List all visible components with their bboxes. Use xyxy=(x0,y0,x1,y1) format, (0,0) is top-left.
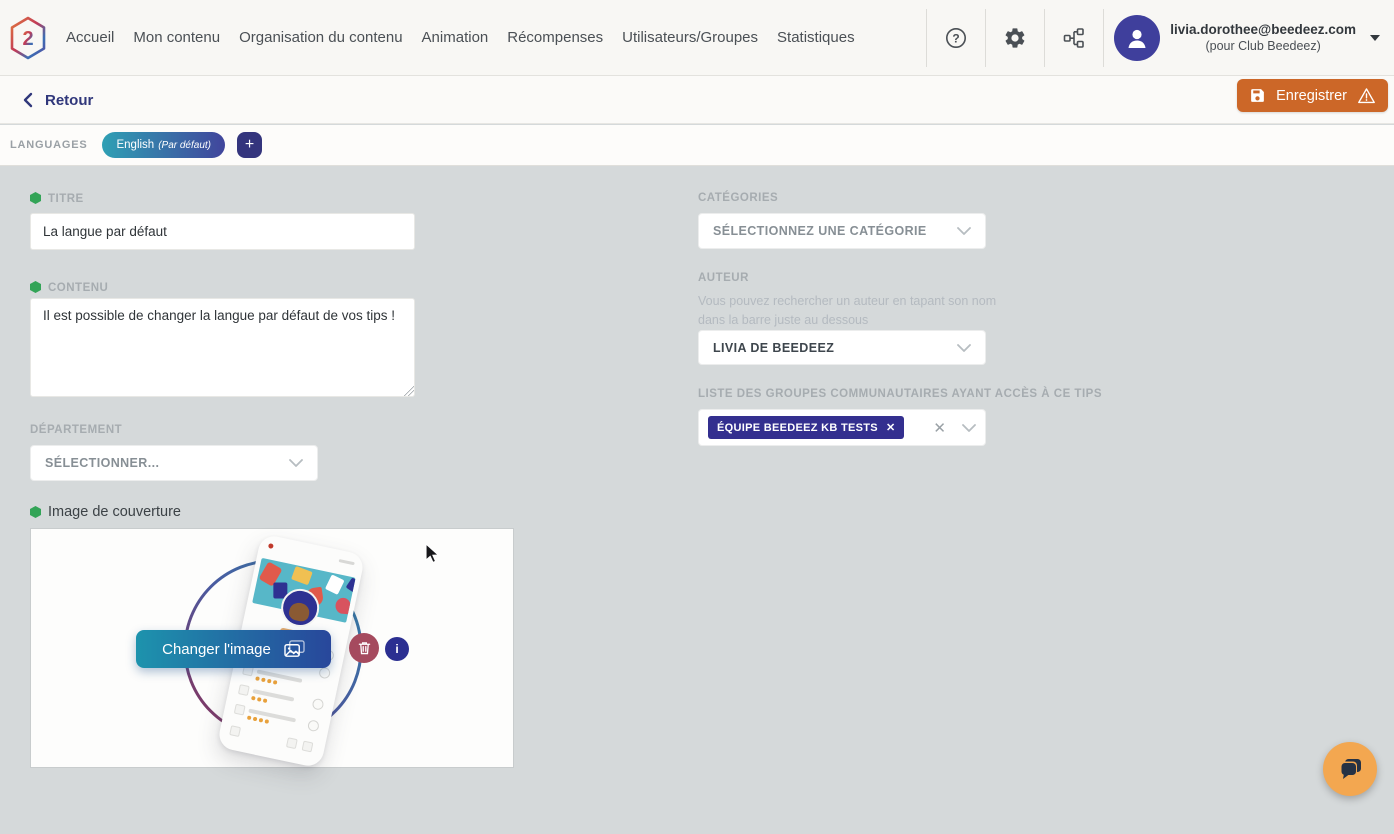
chevron-down-icon xyxy=(962,424,976,432)
group-tag[interactable]: ÉQUIPE BEEDEEZ KB TESTS ✕ xyxy=(708,416,904,439)
languages-label: LANGUAGES xyxy=(10,139,87,151)
cover-image-card: Changer l'image i xyxy=(30,528,514,768)
warning-icon xyxy=(1357,87,1376,104)
groups-label: LISTE DES GROUPES COMMUNAUTAIRES AYANT A… xyxy=(698,388,1102,400)
user-organization: (pour Club Beedeez) xyxy=(1170,39,1356,55)
department-select[interactable]: SÉLECTIONNER... xyxy=(30,445,318,481)
chevron-down-icon[interactable] xyxy=(1370,35,1380,41)
author-select[interactable]: LIVIA DE BEEDEEZ xyxy=(698,330,986,365)
settings-button[interactable] xyxy=(986,0,1044,76)
remove-tag-icon[interactable]: ✕ xyxy=(886,421,896,434)
user-menu[interactable]: livia.dorothee@beedeez.com (pour Club Be… xyxy=(1104,15,1394,61)
nav-accueil[interactable]: Accueil xyxy=(66,29,114,46)
language-name: English xyxy=(116,139,154,151)
language-tag-english[interactable]: English (Par défaut) xyxy=(102,132,225,158)
required-hexagon-icon xyxy=(30,506,41,518)
title-label: TITRE xyxy=(30,192,84,205)
content-textarea[interactable]: Il est possible de changer la langue par… xyxy=(30,298,415,397)
user-email: livia.dorothee@beedeez.com xyxy=(1170,22,1356,39)
nav-recompenses[interactable]: Récompenses xyxy=(507,29,603,46)
nav-animation[interactable]: Animation xyxy=(422,29,489,46)
svg-text:?: ? xyxy=(953,31,960,45)
language-default-suffix: (Par défaut) xyxy=(158,140,211,151)
nav-statistiques[interactable]: Statistiques xyxy=(777,29,855,46)
header-right: ? xyxy=(926,0,1394,76)
group-tag-label: ÉQUIPE BEEDEEZ KB TESTS xyxy=(717,422,878,434)
user-avatar xyxy=(1114,15,1160,61)
main-nav: Accueil Mon contenu Organisation du cont… xyxy=(66,29,855,46)
save-button[interactable]: Enregistrer xyxy=(1237,79,1388,112)
gear-icon xyxy=(1003,26,1027,50)
department-label: DÉPARTEMENT xyxy=(30,424,122,436)
sub-toolbar: Retour Enregistrer xyxy=(0,76,1394,124)
change-image-button[interactable]: Changer l'image xyxy=(136,630,331,668)
author-label: AUTEUR xyxy=(698,272,749,284)
add-language-button[interactable]: + xyxy=(237,132,262,158)
back-button[interactable]: Retour xyxy=(22,76,93,124)
languages-bar: LANGUAGES English (Par défaut) + xyxy=(0,125,1394,166)
change-image-label: Changer l'image xyxy=(162,641,271,658)
required-hexagon-icon xyxy=(30,281,41,293)
chevron-left-icon xyxy=(22,92,33,108)
top-navbar: 2 Accueil Mon contenu Organisation du co… xyxy=(0,0,1394,76)
cover-image-label: Image de couverture xyxy=(30,504,181,520)
svg-text:2: 2 xyxy=(22,28,33,50)
title-input[interactable] xyxy=(30,213,415,250)
chevron-down-icon xyxy=(289,459,303,467)
mouse-cursor xyxy=(425,543,442,565)
content-label: CONTENU xyxy=(30,281,108,294)
chat-support-button[interactable] xyxy=(1323,742,1377,796)
person-icon xyxy=(1124,25,1150,51)
author-value: LIVIA DE BEEDEEZ xyxy=(713,341,834,355)
help-button[interactable]: ? xyxy=(927,0,985,76)
categories-placeholder: SÉLECTIONNEZ UNE CATÉGORIE xyxy=(713,224,927,238)
save-floppy-icon xyxy=(1249,87,1266,104)
nav-utilisateurs-groupes[interactable]: Utilisateurs/Groupes xyxy=(622,29,758,46)
nav-mon-contenu[interactable]: Mon contenu xyxy=(133,29,220,46)
org-chart-icon xyxy=(1062,26,1086,50)
hierarchy-button[interactable] xyxy=(1045,0,1103,76)
author-hint: Vous pouvez rechercher un auteur en tapa… xyxy=(698,292,998,331)
image-icon xyxy=(284,640,305,659)
save-label: Enregistrer xyxy=(1276,88,1347,104)
help-icon: ? xyxy=(944,26,968,50)
groups-multiselect[interactable]: ÉQUIPE BEEDEEZ KB TESTS ✕ ✕ xyxy=(698,409,986,446)
categories-select[interactable]: SÉLECTIONNEZ UNE CATÉGORIE xyxy=(698,213,986,249)
trash-icon xyxy=(358,641,371,655)
clear-all-icon[interactable]: ✕ xyxy=(933,419,946,437)
beedeez-logo-icon[interactable]: 2 xyxy=(8,15,48,61)
nav-organisation-du-contenu[interactable]: Organisation du contenu xyxy=(239,29,402,46)
beedeez-admin-app: 2 Accueil Mon contenu Organisation du co… xyxy=(0,0,1394,834)
required-hexagon-icon xyxy=(30,192,41,204)
chevron-down-icon xyxy=(957,227,971,235)
categories-label: CATÉGORIES xyxy=(698,192,778,204)
chevron-down-icon xyxy=(957,344,971,352)
delete-image-button[interactable] xyxy=(349,633,379,663)
info-button[interactable]: i xyxy=(385,637,409,661)
department-placeholder: SÉLECTIONNER... xyxy=(45,456,159,470)
chat-bubbles-icon xyxy=(1336,756,1364,782)
back-label: Retour xyxy=(45,92,93,109)
user-identity: livia.dorothee@beedeez.com (pour Club Be… xyxy=(1170,22,1356,55)
